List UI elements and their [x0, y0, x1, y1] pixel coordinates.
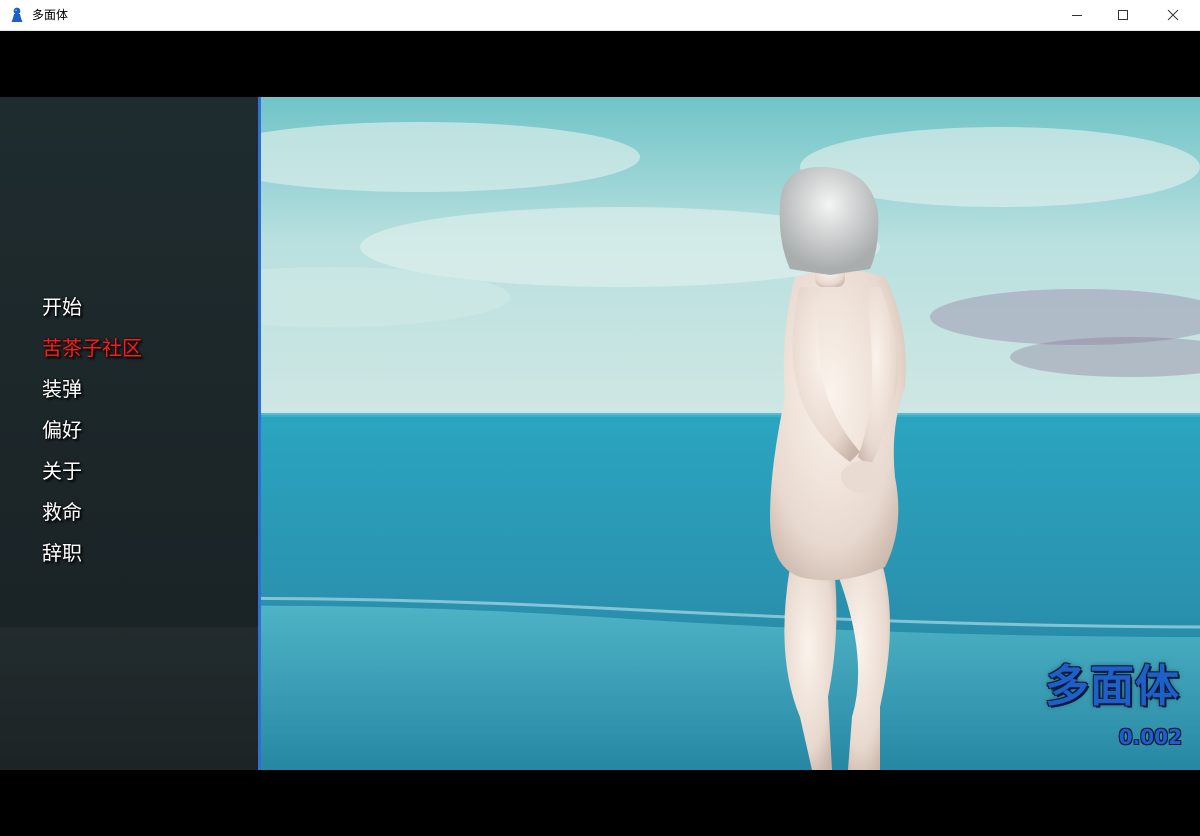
- maximize-icon: [1118, 10, 1128, 20]
- maximize-button[interactable]: [1100, 0, 1146, 30]
- menu-item-start[interactable]: 开始: [42, 294, 142, 335]
- menu-item-help[interactable]: 救命: [42, 499, 142, 540]
- close-button[interactable]: [1150, 0, 1196, 30]
- window-title: 多面体: [32, 8, 69, 22]
- minimize-icon: [1072, 15, 1082, 16]
- main-menu-panel: 开始 苦茶子社区 装弹 偏好 关于 救命 辞职: [0, 97, 261, 770]
- menu-item-about[interactable]: 关于: [42, 458, 142, 499]
- main-menu: 开始 苦茶子社区 装弹 偏好 关于 救命 辞职: [42, 294, 142, 581]
- menu-item-load[interactable]: 装弹: [42, 376, 142, 417]
- close-icon: [1167, 9, 1179, 21]
- menu-item-quit[interactable]: 辞职: [42, 540, 142, 581]
- game-version: 0.002: [1118, 725, 1182, 749]
- minimize-button[interactable]: [1054, 0, 1100, 30]
- menu-panel-floor: [0, 627, 258, 770]
- menu-item-preferences[interactable]: 偏好: [42, 417, 142, 458]
- game-viewport: 开始 苦茶子社区 装弹 偏好 关于 救命 辞职 多面体 0.002: [0, 31, 1200, 836]
- menu-item-community[interactable]: 苦茶子社区: [42, 335, 142, 376]
- game-window: 多面体 开始 苦茶子社区 装弹 偏好 关于 救命 辞职 多面体 0.002: [0, 0, 1200, 836]
- title-bar[interactable]: 多面体: [0, 0, 1200, 31]
- pawn-icon: [10, 7, 24, 23]
- game-logo-title: 多面体: [1045, 661, 1180, 712]
